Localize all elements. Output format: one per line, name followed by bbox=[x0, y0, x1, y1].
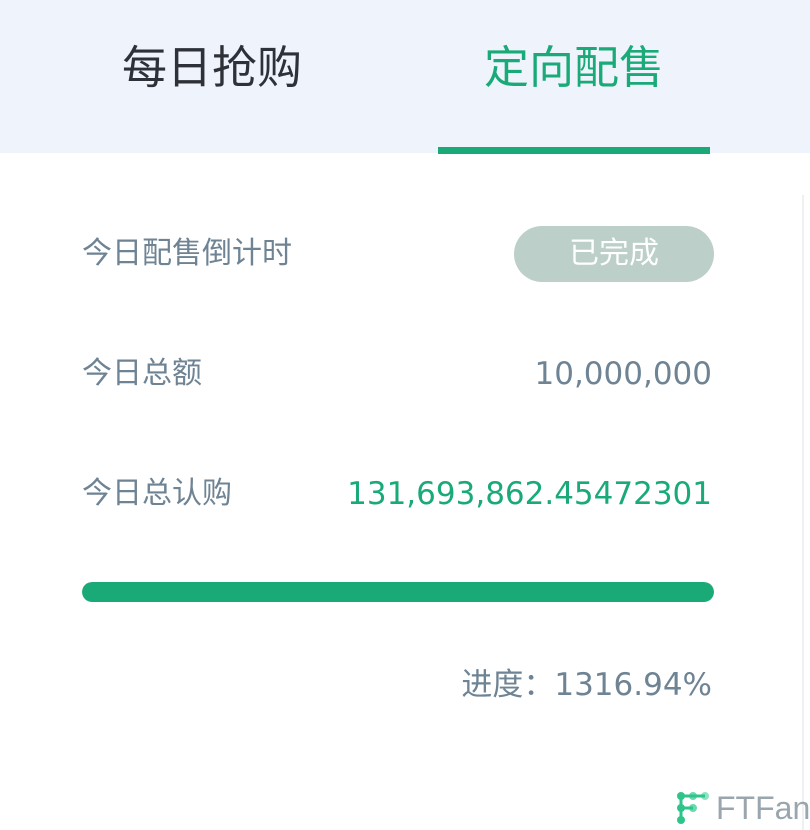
total-subscribed-value: 131,693,862.45472301 bbox=[347, 476, 712, 512]
watermark: FTFan bbox=[676, 786, 810, 830]
status-badge: 已完成 bbox=[514, 226, 714, 282]
ftfan-logo-icon bbox=[677, 792, 709, 824]
tab-daily-flash-sale[interactable]: 每日抢购 bbox=[70, 0, 354, 153]
progress-readout: 进度：1316.94% bbox=[461, 665, 712, 705]
countdown-label: 今日配售倒计时 bbox=[82, 236, 292, 271]
page: 每日抢购 定向配售 今日配售倒计时 已完成 今日总额 10,000,000 今日… bbox=[0, 0, 810, 830]
active-tab-indicator bbox=[438, 147, 710, 154]
tab-directed-placement[interactable]: 定向配售 bbox=[438, 0, 710, 153]
total-amount-value: 10,000,000 bbox=[534, 356, 713, 392]
scroll-edge-divider bbox=[802, 195, 804, 830]
progress-value: 1316.94% bbox=[554, 667, 712, 703]
progress-bar-fill bbox=[82, 582, 714, 602]
progress-prefix: 进度： bbox=[461, 667, 555, 703]
total-amount-label: 今日总额 bbox=[82, 356, 202, 391]
total-subscribed-label: 今日总认购 bbox=[82, 476, 232, 511]
progress-bar bbox=[82, 582, 714, 602]
tab-bar: 每日抢购 定向配售 bbox=[0, 0, 810, 154]
watermark-text: FTFan bbox=[716, 789, 810, 826]
